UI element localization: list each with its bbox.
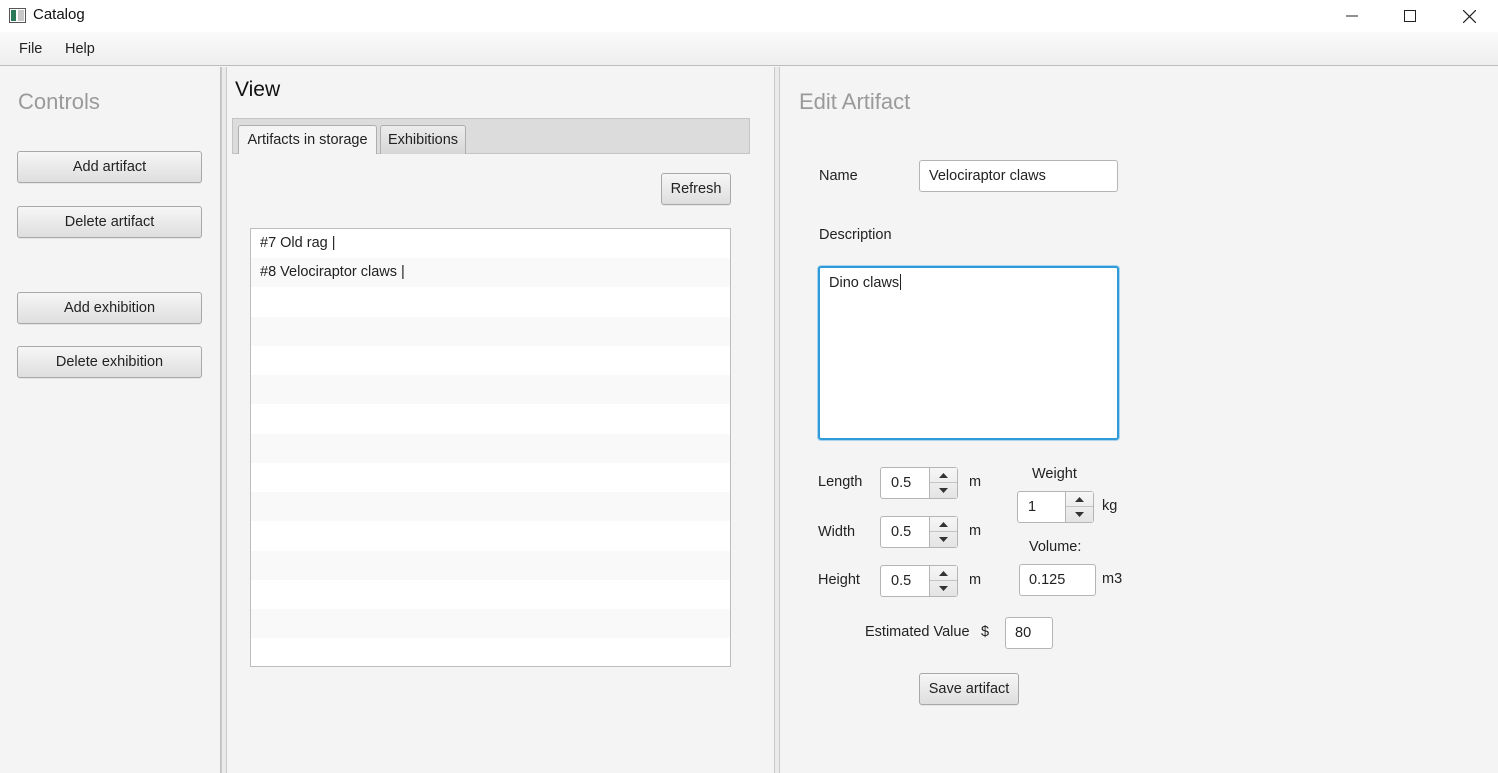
width-increment-button[interactable] (930, 517, 957, 532)
arrow-down-icon (939, 537, 948, 542)
artifact-list[interactable]: #7 Old rag | #8 Velociraptor claws | (250, 228, 731, 667)
width-decrement-button[interactable] (930, 532, 957, 547)
description-label: Description (819, 227, 892, 243)
list-row-empty (251, 375, 730, 404)
name-field[interactable]: Velociraptor claws (919, 160, 1118, 192)
tab-exhibitions[interactable]: Exhibitions (380, 125, 466, 154)
length-unit: m (969, 474, 982, 490)
arrow-down-icon (939, 586, 948, 591)
edit-artifact-heading: Edit Artifact (799, 89, 911, 114)
length-decrement-button[interactable] (930, 483, 957, 498)
volume-value: 0.125 (1029, 572, 1066, 588)
window-title: Catalog (33, 6, 85, 23)
name-label: Name (819, 168, 858, 184)
width-spinner[interactable]: 0.5 (880, 516, 958, 548)
close-button[interactable] (1440, 0, 1498, 32)
right-splitter[interactable] (774, 67, 780, 773)
height-spinner[interactable]: 0.5 (880, 565, 958, 597)
view-heading: View (235, 78, 281, 101)
weight-unit: kg (1102, 498, 1118, 514)
add-artifact-button[interactable]: Add artifact (17, 151, 202, 183)
width-value: 0.5 (891, 524, 912, 540)
arrow-up-icon (1075, 496, 1084, 502)
text-caret (900, 274, 902, 290)
arrow-up-icon (939, 472, 948, 478)
volume-label: Volume: (1029, 539, 1082, 555)
width-unit: m (969, 523, 982, 539)
minimize-button[interactable] (1323, 0, 1381, 32)
list-item[interactable]: #7 Old rag | (251, 229, 730, 258)
currency-symbol: $ (981, 624, 990, 640)
list-row-empty (251, 404, 730, 433)
name-value: Velociraptor claws (929, 168, 1046, 184)
close-icon (1462, 9, 1476, 23)
length-value: 0.5 (891, 475, 912, 491)
weight-increment-button[interactable] (1066, 492, 1093, 507)
width-spinner-arrows (929, 517, 957, 547)
height-decrement-button[interactable] (930, 581, 957, 596)
minimize-icon (1346, 15, 1358, 17)
list-row-empty (251, 463, 730, 492)
maximize-button[interactable] (1381, 0, 1439, 32)
list-row-empty (251, 434, 730, 463)
description-textarea[interactable]: Dino claws (818, 266, 1119, 440)
length-spinner[interactable]: 0.5 (880, 467, 958, 499)
list-row-empty (251, 521, 730, 550)
controls-heading: Controls (18, 89, 100, 114)
height-unit: m (969, 572, 982, 588)
tab-artifacts-in-storage[interactable]: Artifacts in storage (238, 125, 377, 154)
weight-spinner-arrows (1065, 492, 1093, 522)
weight-spinner[interactable]: 1 (1017, 491, 1094, 523)
tab-bar: Artifacts in storage Exhibitions (232, 118, 750, 154)
list-row-empty (251, 346, 730, 375)
volume-field[interactable]: 0.125 (1019, 564, 1096, 596)
list-row-empty (251, 492, 730, 521)
weight-decrement-button[interactable] (1066, 507, 1093, 522)
length-increment-button[interactable] (930, 468, 957, 483)
height-spinner-arrows (929, 566, 957, 596)
width-label: Width (818, 524, 856, 540)
list-row-empty (251, 609, 730, 638)
left-splitter[interactable] (221, 67, 227, 773)
height-increment-button[interactable] (930, 566, 957, 581)
list-item[interactable]: #8 Velociraptor claws | (251, 258, 730, 287)
description-value: Dino claws (829, 275, 900, 291)
refresh-button[interactable]: Refresh (661, 173, 731, 205)
volume-unit: m3 (1102, 571, 1123, 587)
delete-artifact-button[interactable]: Delete artifact (17, 206, 202, 238)
list-row-empty (251, 317, 730, 346)
maximize-icon (1404, 10, 1416, 22)
list-row-empty (251, 287, 730, 316)
arrow-down-icon (939, 488, 948, 493)
estimated-value-label: Estimated Value (865, 624, 970, 640)
list-row-empty (251, 638, 730, 666)
menu-file[interactable]: File (19, 41, 42, 57)
arrow-down-icon (1075, 512, 1084, 517)
add-exhibition-button[interactable]: Add exhibition (17, 292, 202, 324)
list-row-empty (251, 551, 730, 580)
menu-help[interactable]: Help (65, 41, 95, 57)
app-icon (9, 8, 26, 23)
delete-exhibition-button[interactable]: Delete exhibition (17, 346, 202, 378)
length-label: Length (818, 474, 863, 490)
estimated-value-value: 80 (1015, 625, 1032, 641)
length-spinner-arrows (929, 468, 957, 498)
arrow-up-icon (939, 521, 948, 527)
save-artifact-button[interactable]: Save artifact (919, 673, 1019, 705)
estimated-value-field[interactable]: 80 (1005, 617, 1053, 649)
weight-value: 1 (1028, 499, 1037, 515)
weight-label: Weight (1032, 466, 1077, 482)
height-label: Height (818, 572, 860, 588)
menu-bar: File Help (0, 32, 1498, 66)
height-value: 0.5 (891, 573, 912, 589)
list-row-empty (251, 580, 730, 609)
title-bar: Catalog (0, 0, 1498, 32)
arrow-up-icon (939, 570, 948, 576)
